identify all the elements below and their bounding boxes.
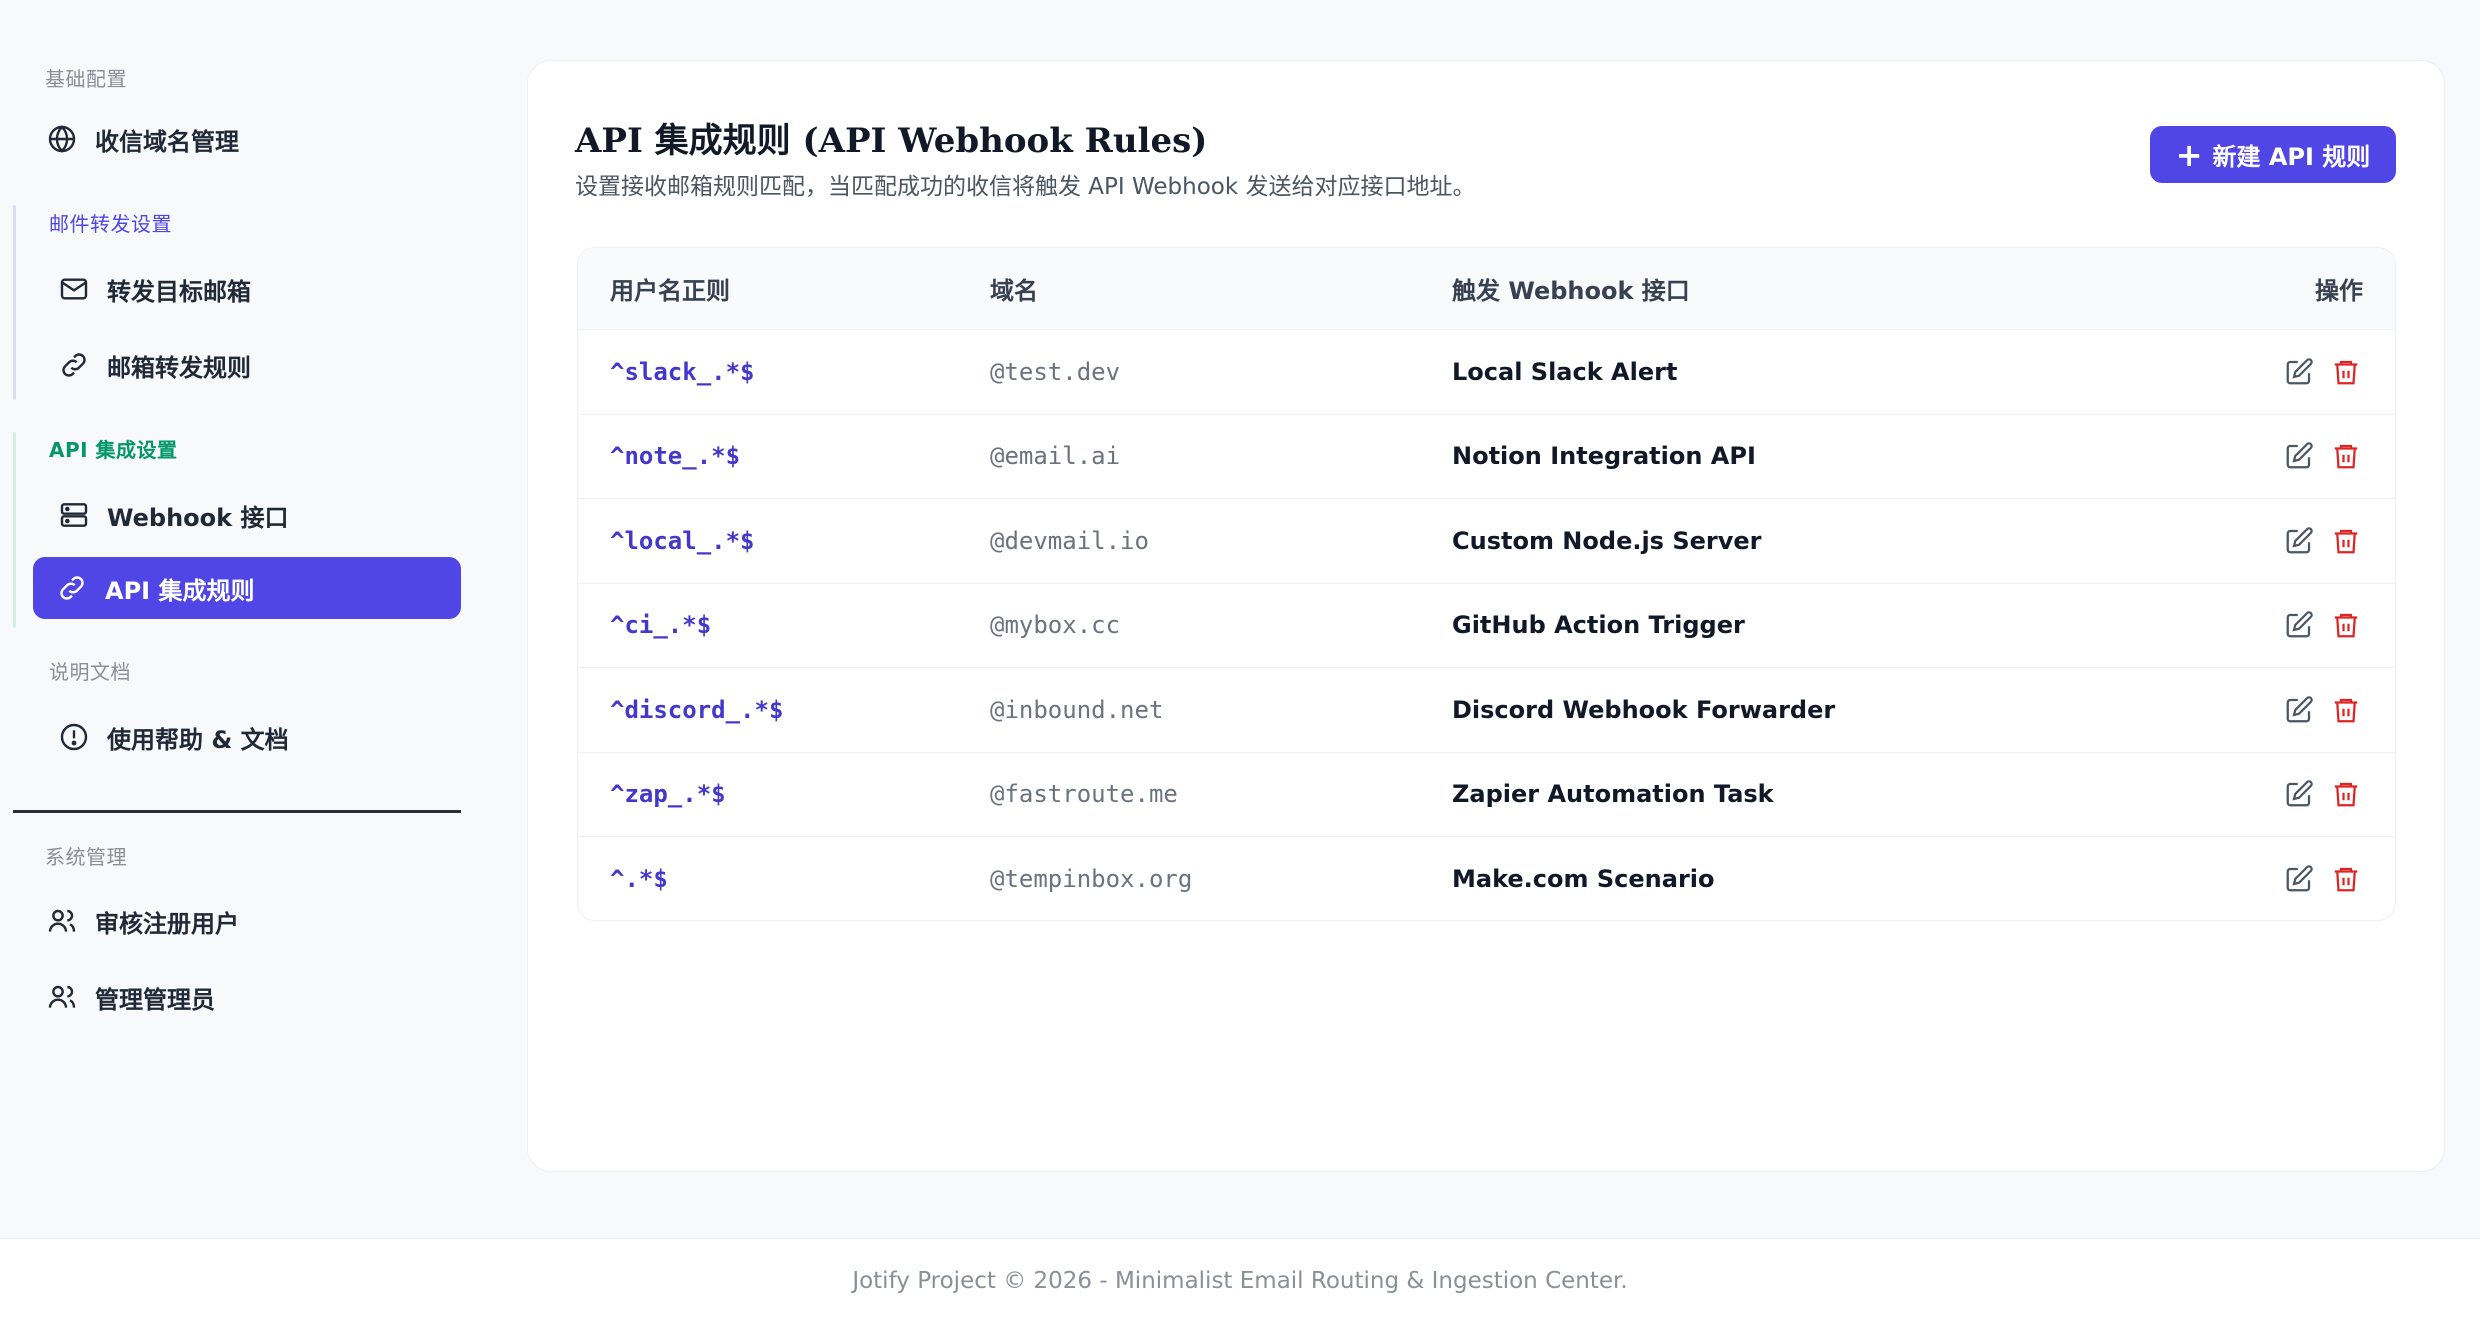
trash-icon[interactable] [2329, 693, 2363, 727]
edit-icon[interactable] [2282, 862, 2316, 896]
table-row: ^zap_.*$ @fastroute.me Zapier Automation… [578, 753, 2395, 837]
page-subtitle: 设置接收邮箱规则匹配，当匹配成功的收信将触发 API Webhook 发送给对应… [575, 174, 1476, 200]
cell-webhook: Make.com Scenario [1452, 865, 1715, 894]
sidebar-divider [13, 810, 461, 813]
footer: Jotify Project © 2026 - Minimalist Email… [0, 1238, 2480, 1322]
trash-icon[interactable] [2329, 439, 2363, 473]
section-label-docs: 说明文档 [49, 660, 131, 684]
cell-webhook: GitHub Action Trigger [1452, 611, 1745, 640]
table-row: ^slack_.*$ @test.dev Local Slack Alert [578, 330, 2395, 415]
cell-domain: @tempinbox.org [990, 865, 1193, 894]
cell-webhook: Custom Node.js Server [1452, 526, 1762, 555]
link-icon [55, 571, 89, 605]
sidebar-item-label: 使用帮助 & 文档 [107, 725, 289, 754]
cell-webhook: Local Slack Alert [1452, 357, 1678, 386]
cell-regex: ^ci_.*$ [610, 611, 712, 640]
sidebar-item-help[interactable]: 使用帮助 & 文档 [57, 706, 289, 768]
trash-icon[interactable] [2329, 524, 2363, 558]
edit-icon[interactable] [2282, 608, 2316, 642]
header-actions: 操作 [2315, 277, 2363, 305]
header-webhook: 触发 Webhook 接口 [1452, 277, 1690, 305]
header-domain: 域名 [990, 277, 1038, 305]
section-label-api: API 集成设置 [49, 438, 178, 462]
cell-webhook: Notion Integration API [1452, 442, 1756, 471]
table-row: ^local_.*$ @devmail.io Custom Node.js Se… [578, 499, 2395, 584]
users-icon [45, 904, 79, 938]
sidebar-item-forward-rules[interactable]: 邮箱转发规则 [57, 334, 251, 396]
users-icon [45, 980, 79, 1014]
sidebar-item-label: 邮箱转发规则 [107, 353, 251, 382]
trash-icon[interactable] [2329, 777, 2363, 811]
footer-text: Jotify Project © 2026 - Minimalist Email… [852, 1267, 1628, 1294]
cell-regex: ^local_.*$ [610, 526, 755, 555]
cell-domain: @mybox.cc [990, 611, 1121, 640]
sidebar-item-webhooks[interactable]: Webhook 接口 [57, 484, 288, 546]
info-circle-icon [57, 720, 91, 754]
cell-webhook: Discord Webhook Forwarder [1452, 695, 1836, 724]
cell-regex: ^zap_.*$ [610, 780, 726, 809]
cell-regex: ^discord_.*$ [610, 695, 784, 724]
cell-webhook: Zapier Automation Task [1452, 780, 1774, 809]
sidebar-item-label: API 集成规则 [105, 576, 255, 605]
table-row: ^.*$ @tempinbox.org Make.com Scenario [578, 837, 2395, 920]
main-card: API 集成规则 (API Webhook Rules) 设置接收邮箱规则匹配，… [527, 60, 2445, 1172]
table-row: ^ci_.*$ @mybox.cc GitHub Action Trigger [578, 584, 2395, 668]
new-api-rule-button[interactable]: + 新建 API 规则 [2150, 126, 2396, 183]
cell-domain: @fastroute.me [990, 780, 1178, 809]
section-label-basic: 基础配置 [45, 67, 127, 91]
trash-icon[interactable] [2329, 608, 2363, 642]
sidebar: 基础配置 收信域名管理 邮件转发设置 转发目标邮箱 邮箱转发规则 API 集成设… [0, 0, 480, 1238]
plus-icon: + [2175, 135, 2203, 174]
edit-icon[interactable] [2282, 355, 2316, 389]
trash-icon[interactable] [2329, 862, 2363, 896]
mail-icon [57, 272, 91, 306]
sidebar-item-label: 管理管理员 [95, 985, 215, 1014]
edit-icon[interactable] [2282, 777, 2316, 811]
cell-regex: ^.*$ [610, 865, 668, 894]
sidebar-item-label: Webhook 接口 [107, 503, 289, 532]
rules-table: 用户名正则 域名 触发 Webhook 接口 操作 ^slack_.*$ @te… [577, 247, 2396, 921]
sidebar-item-label: 收信域名管理 [95, 127, 239, 156]
sidebar-item-admins[interactable]: 管理管理员 [45, 966, 215, 1028]
section-label-system: 系统管理 [45, 845, 127, 869]
table-header: 用户名正则 域名 触发 Webhook 接口 操作 [578, 248, 2395, 330]
cell-domain: @email.ai [990, 442, 1121, 471]
cell-regex: ^note_.*$ [610, 442, 741, 471]
sidebar-item-label: 审核注册用户 [95, 909, 239, 938]
sidebar-item-api-rules[interactable]: API 集成规则 [33, 557, 461, 619]
new-api-rule-label: 新建 API 规则 [2212, 143, 2371, 171]
edit-icon[interactable] [2282, 524, 2316, 558]
cell-domain: @devmail.io [990, 526, 1149, 555]
sidebar-item-label: 转发目标邮箱 [107, 277, 251, 306]
api-group-bar [13, 432, 16, 628]
header-regex: 用户名正则 [610, 277, 730, 305]
trash-icon[interactable] [2329, 355, 2363, 389]
sidebar-item-domains[interactable]: 收信域名管理 [45, 108, 239, 170]
server-icon [57, 498, 91, 532]
edit-icon[interactable] [2282, 693, 2316, 727]
cell-domain: @test.dev [990, 357, 1121, 386]
forward-group-bar [13, 205, 16, 400]
table-row: ^note_.*$ @email.ai Notion Integration A… [578, 415, 2395, 499]
sidebar-item-review-users[interactable]: 审核注册用户 [45, 890, 239, 952]
section-label-forward: 邮件转发设置 [49, 212, 172, 236]
sidebar-item-targets[interactable]: 转发目标邮箱 [57, 258, 251, 320]
globe-icon [45, 122, 79, 156]
cell-regex: ^slack_.*$ [610, 357, 755, 386]
link-icon [57, 348, 91, 382]
cell-domain: @inbound.net [990, 695, 1164, 724]
edit-icon[interactable] [2282, 439, 2316, 473]
table-row: ^discord_.*$ @inbound.net Discord Webhoo… [578, 668, 2395, 753]
page-title: API 集成规则 (API Webhook Rules) [575, 121, 1208, 161]
